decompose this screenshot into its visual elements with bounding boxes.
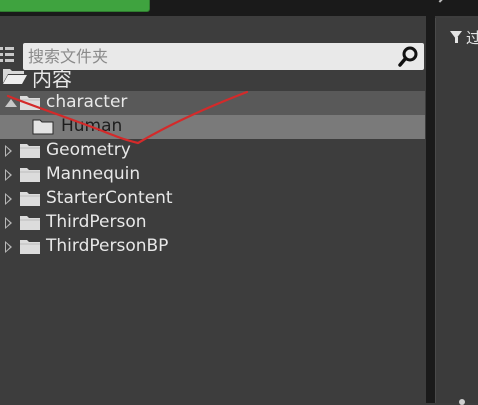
tree-item-mannequin[interactable]: Mannequin — [0, 163, 425, 187]
folder-tree-panel: 内容 character Human Geometry Mannequin St — [0, 18, 425, 403]
tree-item-label: ThirdPerson — [46, 212, 147, 232]
expand-arrow-icon[interactable] — [5, 145, 12, 157]
list-icon[interactable] — [0, 46, 14, 64]
chevron-icon[interactable] — [438, 0, 452, 9]
green-toolbar-button[interactable] — [0, 0, 150, 12]
filter-label[interactable]: 过 — [466, 27, 478, 48]
tree-item-startercontent[interactable]: StarterContent — [0, 187, 425, 211]
panel-splitter[interactable] — [426, 16, 435, 403]
tree-item-thirdperson[interactable]: ThirdPerson — [0, 211, 425, 235]
tree-item-label: Geometry — [46, 140, 131, 160]
folder-icon — [20, 168, 40, 182]
tree-root-label: 内容 — [32, 67, 72, 91]
folder-icon — [20, 192, 40, 206]
expand-arrow-icon[interactable] — [5, 193, 12, 205]
folder-icon — [32, 119, 54, 135]
tree-item-character[interactable]: character — [0, 91, 425, 115]
tree-item-label: Mannequin — [46, 164, 141, 184]
filter-icon-stem — [455, 37, 458, 43]
status-dot-icon — [459, 399, 465, 405]
folder-icon — [20, 216, 40, 230]
expand-arrow-icon[interactable] — [5, 241, 12, 253]
tree-item-thirdpersonbp[interactable]: ThirdPersonBP — [0, 235, 425, 259]
asset-view-area: 过 — [435, 18, 478, 405]
folder-icon — [20, 144, 40, 158]
search-icon[interactable] — [398, 46, 418, 68]
expand-arrow-icon[interactable] — [5, 217, 12, 229]
tree-item-label: ThirdPersonBP — [46, 236, 169, 256]
tree-item-geometry[interactable]: Geometry — [0, 139, 425, 163]
search-box — [23, 43, 424, 70]
tree-item-label: Human — [61, 116, 123, 136]
tree-item-human[interactable]: Human — [0, 115, 425, 139]
tree-item-label: StarterContent — [46, 188, 173, 208]
folder-icon — [20, 96, 40, 110]
folder-open-icon — [3, 69, 27, 84]
asset-view-panel: 过 — [435, 18, 478, 405]
tree-item-label: character — [46, 92, 128, 112]
expand-arrow-icon[interactable] — [5, 169, 12, 181]
folder-icon — [20, 240, 40, 254]
top-toolbar — [0, 0, 478, 16]
collapse-arrow-icon[interactable] — [5, 99, 17, 107]
search-input[interactable] — [28, 45, 388, 68]
